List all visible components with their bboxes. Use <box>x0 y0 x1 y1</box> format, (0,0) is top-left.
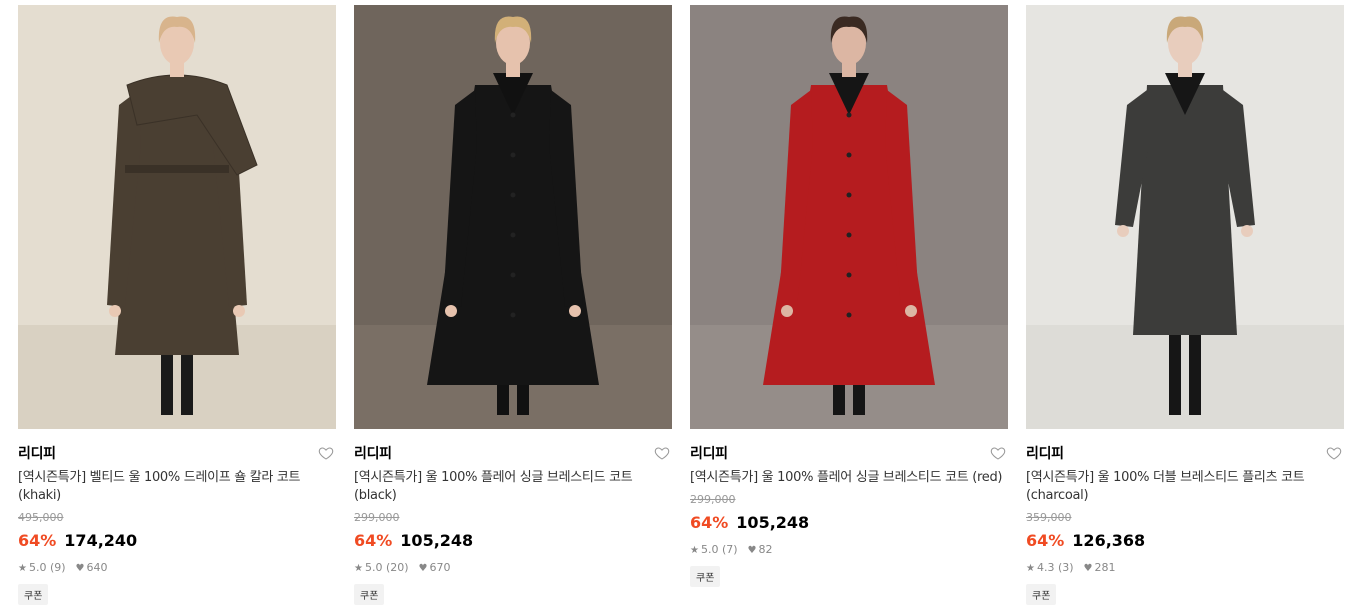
like-icon: ♥ <box>75 563 85 574</box>
brand-name[interactable]: 리디피 <box>18 443 336 463</box>
original-price: 495,000 <box>18 511 64 524</box>
brand-name[interactable]: 리디피 <box>690 443 1008 463</box>
rating: 5.0 (20) <box>364 561 409 574</box>
rating: 4.3 (3) <box>1036 561 1074 574</box>
product-image[interactable] <box>18 5 336 429</box>
product-grid: 리디피 [역시즌특가] 벨티드 울 100% 드레이프 숄 칼라 코트 (kha… <box>18 5 1344 605</box>
like-icon: ♥ <box>747 545 757 556</box>
like-count: 82 <box>758 543 773 556</box>
product-card[interactable]: 리디피 [역시즌특가] 벨티드 울 100% 드레이프 숄 칼라 코트 (kha… <box>18 5 336 605</box>
model-photo <box>1026 5 1344 429</box>
original-price: 299,000 <box>690 493 736 506</box>
original-price: 359,000 <box>1026 511 1072 524</box>
model-photo <box>690 5 1008 429</box>
heart-icon[interactable] <box>1326 445 1342 461</box>
heart-icon[interactable] <box>654 445 670 461</box>
product-card[interactable]: 리디피 [역시즌특가] 울 100% 플레어 싱글 브레스티드 코트 (red)… <box>690 5 1008 605</box>
heart-icon[interactable] <box>990 445 1006 461</box>
product-name[interactable]: [역시즌특가] 울 100% 플레어 싱글 브레스티드 코트 (black) <box>354 469 672 505</box>
star-icon: ★ <box>1026 563 1035 574</box>
discount-rate: 64% <box>18 530 57 550</box>
star-icon: ★ <box>354 563 363 574</box>
model-photo <box>354 5 672 429</box>
coupon-badge: 쿠폰 <box>1026 584 1057 605</box>
star-icon: ★ <box>690 545 699 556</box>
star-icon: ★ <box>18 563 27 574</box>
brand-name[interactable]: 리디피 <box>354 443 672 463</box>
product-name[interactable]: [역시즌특가] 울 100% 더블 브레스티드 플리츠 코트 (charcoal… <box>1026 469 1344 505</box>
product-name[interactable]: [역시즌특가] 벨티드 울 100% 드레이프 숄 칼라 코트 (khaki) <box>18 469 336 505</box>
rating: 5.0 (7) <box>700 543 738 556</box>
rating: 5.0 (9) <box>28 561 66 574</box>
coupon-badge: 쿠폰 <box>690 566 721 587</box>
like-icon: ♥ <box>1083 563 1093 574</box>
discount-rate: 64% <box>690 512 729 532</box>
product-name[interactable]: [역시즌특가] 울 100% 플레어 싱글 브레스티드 코트 (red) <box>690 469 1008 487</box>
product-card[interactable]: 리디피 [역시즌특가] 울 100% 플레어 싱글 브레스티드 코트 (blac… <box>354 5 672 605</box>
like-count: 670 <box>429 561 451 574</box>
coupon-badge: 쿠폰 <box>354 584 385 605</box>
sale-price: 174,240 <box>64 530 138 550</box>
product-card[interactable]: 리디피 [역시즌특가] 울 100% 더블 브레스티드 플리츠 코트 (char… <box>1026 5 1344 605</box>
sale-price: 105,248 <box>400 530 474 550</box>
sale-price: 105,248 <box>736 512 810 532</box>
product-image[interactable] <box>1026 5 1344 429</box>
like-count: 640 <box>86 561 108 574</box>
coupon-badge: 쿠폰 <box>18 584 49 605</box>
model-photo <box>18 5 336 429</box>
heart-icon[interactable] <box>318 445 334 461</box>
original-price: 299,000 <box>354 511 400 524</box>
sale-price: 126,368 <box>1072 530 1146 550</box>
discount-rate: 64% <box>1026 530 1065 550</box>
product-image[interactable] <box>690 5 1008 429</box>
like-icon: ♥ <box>418 563 428 574</box>
product-image[interactable] <box>354 5 672 429</box>
brand-name[interactable]: 리디피 <box>1026 443 1344 463</box>
like-count: 281 <box>1094 561 1116 574</box>
discount-rate: 64% <box>354 530 393 550</box>
